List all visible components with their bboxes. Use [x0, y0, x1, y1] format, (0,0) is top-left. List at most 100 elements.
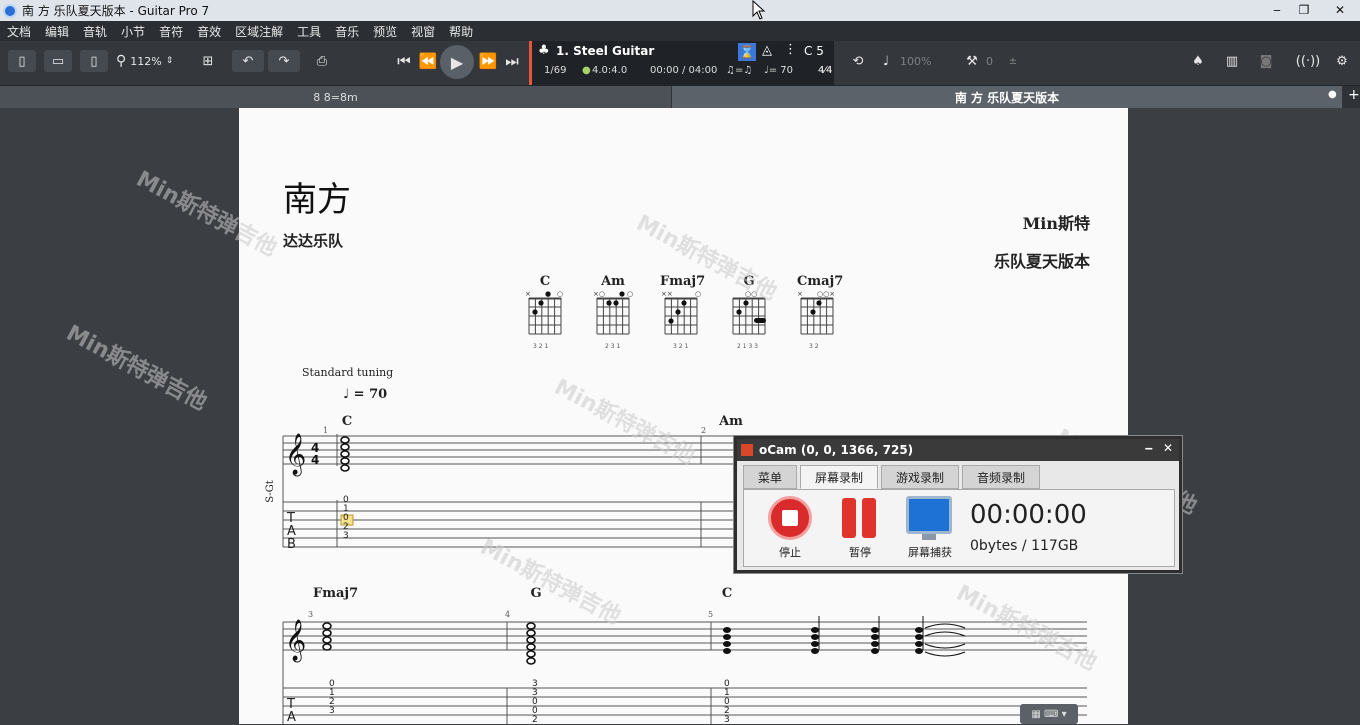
- guitar-view-icon[interactable]: ♠: [1186, 50, 1210, 72]
- magnifier-icon: ⚲: [116, 53, 127, 69]
- document-tab-bar: 8 8=8m 南 方 乐队夏天版本 ● +: [0, 86, 1360, 108]
- pause-icon[interactable]: [840, 498, 880, 538]
- zoom-stepper-icon[interactable]: ⇕: [166, 56, 174, 66]
- play-icon[interactable]: ▶: [440, 45, 474, 79]
- quarter-note-icon: ♩: [343, 387, 350, 402]
- tempo-mark: ♩ = 70: [343, 387, 387, 402]
- guitar-settings-icon[interactable]: ⚙: [1330, 50, 1354, 72]
- close-button[interactable]: ✕: [1326, 0, 1354, 20]
- svg-text:×: ×: [797, 290, 803, 298]
- svg-text:𝄞: 𝄞: [285, 433, 306, 476]
- tab-dot-icon[interactable]: ●: [1328, 89, 1337, 100]
- svg-text:○○: ○○: [745, 290, 757, 298]
- menu-bar-item[interactable]: 小节: [114, 23, 152, 40]
- ocam-title-bar[interactable]: oCam (0, 0, 1366, 725) ‒ ✕: [737, 439, 1179, 461]
- bar-chord-label: C: [341, 414, 353, 429]
- tuner-wave-icon[interactable]: ((·)): [1296, 50, 1320, 72]
- hourglass-icon[interactable]: ⌛: [738, 43, 756, 61]
- menu-section[interactable]: 区域注解: [228, 23, 290, 40]
- screen-capture-label: 屏幕捕获: [908, 546, 952, 559]
- menu-sound[interactable]: 音乐: [328, 23, 366, 40]
- menu-effects[interactable]: 音效: [190, 23, 228, 40]
- svg-text:○: ○: [695, 290, 701, 298]
- music-by: Min斯特: [1022, 214, 1090, 233]
- bar-chord-label: G: [530, 586, 542, 601]
- pan-stepper-icon[interactable]: ±: [1004, 50, 1022, 72]
- time-sig-fraction-icon: 4⁄4: [818, 65, 833, 76]
- svg-text:B: B: [287, 537, 296, 552]
- more-options-icon[interactable]: ⋮: [784, 42, 797, 57]
- ocam-tab-game-record[interactable]: 游戏录制: [881, 465, 960, 489]
- svg-text:○○×: ○○×: [817, 290, 835, 298]
- song-subtitle: 乐队夏天版本: [993, 252, 1090, 271]
- menu-preview[interactable]: 预览: [366, 23, 404, 40]
- screen-capture-icon[interactable]: [906, 496, 952, 534]
- tab-column: 01023: [724, 679, 730, 725]
- menu-edit[interactable]: 编辑: [38, 23, 76, 40]
- ocam-title: oCam (0, 0, 1366, 725): [759, 443, 914, 457]
- track-short-label: S-Gt: [264, 480, 276, 503]
- stop-icon[interactable]: [768, 496, 812, 540]
- go-to-end-icon[interactable]: ⏭: [500, 50, 524, 72]
- menu-help[interactable]: 帮助: [442, 23, 480, 40]
- time-display: 00:00 / 04:00: [650, 65, 718, 76]
- bottom-keyboard-panel[interactable]: ▦ ⌨ ▾: [1020, 704, 1078, 724]
- ocam-tab-audio-record[interactable]: 音频录制: [962, 465, 1041, 489]
- ocam-close-icon[interactable]: ✕: [1163, 441, 1173, 455]
- song-artist: 达达乐队: [283, 232, 344, 250]
- maximize-button[interactable]: ❐: [1290, 0, 1318, 20]
- bottom-panel-toggle-icon[interactable]: ▭: [44, 50, 72, 72]
- chord-name: C: [539, 274, 551, 289]
- time-signature-value: 4.0:4.0: [592, 65, 628, 76]
- right-panel-toggle-icon[interactable]: ▯: [80, 50, 108, 72]
- add-tab-icon[interactable]: +: [1348, 87, 1360, 103]
- fast-forward-icon[interactable]: ⏩: [476, 50, 500, 72]
- tab-current-document[interactable]: 南 方 乐队夏天版本: [672, 86, 1342, 108]
- redo-icon[interactable]: ↷: [268, 50, 300, 72]
- chord-name: G: [743, 274, 755, 289]
- tab-column: 01023: [343, 495, 349, 541]
- go-to-start-icon[interactable]: ⏮: [392, 50, 416, 72]
- layout-grid-icon[interactable]: ⊞: [192, 50, 224, 72]
- menu-window[interactable]: 视窗: [404, 23, 442, 40]
- ocam-body: 停止 暂停 屏幕捕获 00:00:00 0bytes / 117GB: [743, 489, 1175, 567]
- tempo-display: ♩= 70: [764, 65, 793, 76]
- drum-view-icon[interactable]: ◙: [1254, 50, 1278, 72]
- svg-text:A: A: [287, 710, 296, 724]
- ocam-minimize-icon[interactable]: ‒: [1145, 441, 1153, 455]
- song-title: 南方: [283, 180, 351, 220]
- menu-file[interactable]: 文档: [0, 23, 38, 40]
- ocam-window[interactable]: oCam (0, 0, 1366, 725) ‒ ✕ 菜单 屏幕录制 游戏录制 …: [734, 436, 1182, 573]
- chord-fingering: 2 3 1: [605, 343, 620, 350]
- pause-label: 暂停: [849, 546, 871, 559]
- tuning-fork-icon[interactable]: ⚒: [960, 50, 984, 72]
- loop-icon[interactable]: ⟲: [846, 50, 870, 72]
- menu-track[interactable]: 音轨: [76, 23, 114, 40]
- minimize-button[interactable]: ‒: [1263, 0, 1291, 20]
- undo-icon[interactable]: ↶: [232, 50, 264, 72]
- print-icon[interactable]: ⎙: [310, 50, 334, 72]
- zoom-control[interactable]: ⚲ 112% ⇕: [116, 50, 188, 72]
- rewind-icon[interactable]: ⏪: [416, 50, 440, 72]
- signature-dot-icon: ●: [582, 65, 591, 76]
- svg-text:4: 4: [311, 453, 319, 467]
- svg-text:×○: ×○: [593, 290, 605, 298]
- score-page[interactable]: 南方 达达乐队 Min斯特 乐队夏天版本 C Am Fmaj7 G Cmaj7 …: [239, 108, 1128, 725]
- ocam-tab-screen-record[interactable]: 屏幕录制: [800, 465, 879, 489]
- chord-fingering: 3 2 1: [533, 343, 548, 350]
- quarter-note-icon[interactable]: ♩: [878, 50, 894, 72]
- zoom-value: 112%: [130, 54, 162, 68]
- metronome-icon[interactable]: ◬: [762, 43, 772, 58]
- piano-view-icon[interactable]: ▥: [1220, 50, 1244, 72]
- left-panel-toggle-icon[interactable]: ▯: [8, 50, 36, 72]
- track-panel[interactable]: ♣ 1. Steel Guitar 1/69 ● 4.0:4.0 00:00 /…: [529, 41, 834, 85]
- stop-label: 停止: [779, 546, 801, 559]
- menu-note[interactable]: 音符: [152, 23, 190, 40]
- monitor-stand-icon: [922, 534, 936, 540]
- menu-tools[interactable]: 工具: [290, 23, 328, 40]
- ocam-tab-menu[interactable]: 菜单: [743, 465, 798, 489]
- title-bar: 南 方 乐队夏天版本 - Guitar Pro 7 ‒ ❐ ✕: [0, 0, 1360, 21]
- chord-diagrams: × ○ ○ ×○ ○ ×× ○ ○○ × ○○× 3 2 1 2 3 1 3 2 1 2 …: [525, 290, 835, 350]
- tab-left[interactable]: 8 8=8m: [0, 86, 671, 108]
- track-name: 1. Steel Guitar: [556, 44, 655, 58]
